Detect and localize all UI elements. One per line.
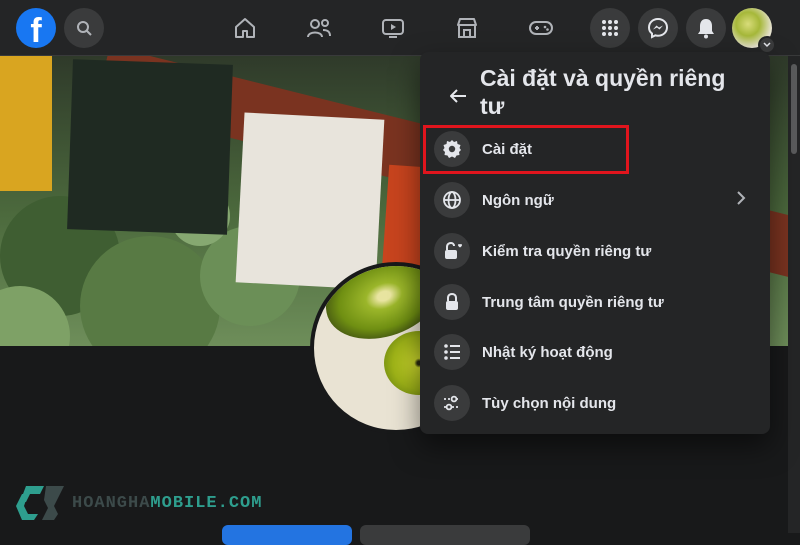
home-icon: [235, 18, 255, 38]
menu-grid-button[interactable]: [590, 8, 630, 48]
menu-item-label: Ngôn ngữ: [482, 191, 554, 209]
menu-item-label: Trung tâm quyền riêng tư: [482, 293, 664, 311]
friends-icon: [307, 19, 331, 38]
messenger-button[interactable]: [638, 8, 678, 48]
primary-action-button[interactable]: [222, 525, 352, 545]
search-icon: [77, 21, 92, 36]
gaming-controller-icon: [529, 21, 553, 35]
highlight-annotation-box: [423, 125, 629, 174]
sliders-icon: [434, 385, 470, 421]
lock-icon: [434, 284, 470, 320]
lock-heart-icon: [434, 233, 470, 269]
menu-item-activity-log[interactable]: Nhật ký hoạt động: [428, 328, 762, 376]
black-flag: [67, 59, 233, 235]
search-button[interactable]: [64, 8, 104, 48]
nav-watch[interactable]: [370, 10, 416, 46]
nav-home[interactable]: [222, 10, 268, 46]
notifications-button[interactable]: [686, 8, 726, 48]
scrollbar-thumb[interactable]: [791, 64, 797, 154]
arrow-left-icon: [450, 89, 466, 103]
watch-video-icon: [382, 19, 404, 38]
watermark-text: HOANGHAMOBILE.COM: [72, 493, 263, 513]
chevron-right-icon: [737, 191, 746, 205]
back-button[interactable]: [440, 78, 476, 114]
page-scrollbar[interactable]: [788, 56, 800, 533]
bell-icon: [698, 19, 714, 39]
watermark: HOANGHAMOBILE.COM: [14, 484, 262, 522]
list-icon: [434, 334, 470, 370]
menu-item-label: Nhật ký hoạt động: [482, 343, 613, 361]
secondary-action-button[interactable]: [360, 525, 530, 545]
yellow-flag: [0, 56, 52, 191]
white-flag: [235, 112, 385, 290]
grid-menu-icon: [602, 20, 618, 36]
menu-item-privacy-checkup[interactable]: Kiểm tra quyền riêng tư: [428, 227, 762, 275]
menu-title: Cài đặt và quyền riêng tư: [480, 65, 726, 119]
marketplace-icon: [457, 18, 477, 38]
watermark-logo: [16, 486, 64, 520]
nav-friends[interactable]: [296, 10, 342, 46]
menu-item-label: Tùy chọn nội dung: [482, 394, 617, 412]
menu-item-language[interactable]: Ngôn ngữ: [428, 176, 762, 224]
nav-marketplace[interactable]: [444, 10, 490, 46]
messenger-icon: [647, 17, 669, 39]
menu-item-content-preferences[interactable]: Tùy chọn nội dung: [428, 379, 762, 427]
nav-gaming[interactable]: [518, 10, 564, 46]
facebook-logo[interactable]: f: [16, 8, 56, 48]
settings-privacy-menu: Cài đặt và quyền riêng tư Cài đặt Ngôn n…: [420, 52, 770, 434]
menu-item-label: Kiểm tra quyền riêng tư: [482, 242, 652, 260]
globe-icon: [434, 182, 470, 218]
menu-item-privacy-center[interactable]: Trung tâm quyền riêng tư: [428, 278, 762, 326]
top-navigation-bar: f: [0, 0, 800, 56]
